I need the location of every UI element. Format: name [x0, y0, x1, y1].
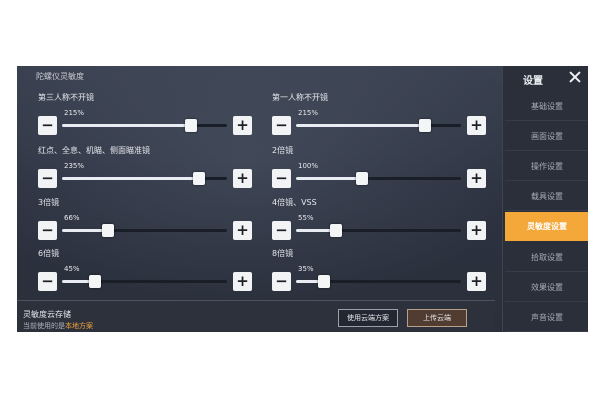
- sidebar-item-basic[interactable]: 基础设置: [505, 92, 588, 121]
- slider-track[interactable]: [296, 172, 461, 185]
- cloud-storage-status: 当前使用的是本地方案: [23, 321, 93, 331]
- slider-value: 215%: [298, 109, 319, 117]
- slider-track[interactable]: [62, 119, 227, 132]
- slider-6x-scope: 6倍镜 45% − +: [36, 248, 256, 298]
- increase-button[interactable]: +: [233, 272, 252, 291]
- sidebar-title: 设置: [523, 76, 543, 87]
- slider-label: 4倍镜、VSS: [272, 198, 317, 207]
- sidebar-item-audio[interactable]: 声音设置: [505, 303, 588, 332]
- slider-fill: [62, 177, 199, 180]
- slider-knob[interactable]: [184, 119, 197, 132]
- slider-fill: [296, 124, 425, 127]
- game-settings-screen: 陀螺仪灵敏度 第三人称不开镜 215% − + 第一人称不开镜 215% − +…: [17, 66, 588, 332]
- slider-knob[interactable]: [89, 275, 101, 288]
- slider-label: 第一人称不开镜: [272, 93, 328, 102]
- slider-value: 66%: [64, 214, 80, 222]
- increase-button[interactable]: +: [467, 272, 486, 291]
- increase-button[interactable]: +: [467, 116, 486, 135]
- slider-3x-scope: 3倍镜 66% − +: [36, 197, 256, 247]
- slider-label: 2倍镜: [272, 146, 294, 155]
- increase-button[interactable]: +: [467, 221, 486, 240]
- slider-track[interactable]: [62, 224, 227, 237]
- slider-value: 215%: [64, 109, 85, 117]
- slider-value: 35%: [298, 265, 314, 273]
- increase-button[interactable]: +: [233, 169, 252, 188]
- slider-label: 第三人称不开镜: [38, 93, 94, 102]
- decrease-button[interactable]: −: [272, 169, 291, 188]
- slider-third-person: 第三人称不开镜 215% − +: [36, 92, 256, 142]
- slider-knob[interactable]: [192, 172, 205, 185]
- slider-track[interactable]: [296, 224, 461, 237]
- sidebar-item-sensitivity[interactable]: 灵敏度设置: [505, 212, 588, 241]
- slider-fill: [296, 177, 362, 180]
- slider-track[interactable]: [296, 275, 461, 288]
- decrease-button[interactable]: −: [38, 272, 57, 291]
- slider-value: 100%: [298, 162, 319, 170]
- sidebar-item-effects[interactable]: 效果设置: [505, 273, 588, 302]
- close-icon[interactable]: [567, 69, 583, 85]
- slider-8x-scope: 8倍镜 35% − +: [270, 248, 490, 298]
- decrease-button[interactable]: −: [272, 272, 291, 291]
- decrease-button[interactable]: −: [272, 116, 291, 135]
- slider-knob[interactable]: [418, 119, 431, 132]
- slider-value: 235%: [64, 162, 85, 170]
- slider-knob[interactable]: [102, 224, 115, 237]
- gyroscope-sensitivity-heading: 陀螺仪灵敏度: [36, 72, 84, 81]
- decrease-button[interactable]: −: [38, 116, 57, 135]
- slider-label: 3倍镜: [38, 198, 60, 207]
- slider-track[interactable]: [62, 275, 227, 288]
- increase-button[interactable]: +: [467, 169, 486, 188]
- slider-track[interactable]: [296, 119, 461, 132]
- slider-label: 6倍镜: [38, 249, 60, 258]
- decrease-button[interactable]: −: [38, 221, 57, 240]
- slider-2x-scope: 2倍镜 100% − +: [270, 145, 490, 195]
- slider-4x-scope: 4倍镜、VSS 55% − +: [270, 197, 490, 247]
- increase-button[interactable]: +: [233, 116, 252, 135]
- sidebar-item-pickup[interactable]: 拾取设置: [505, 243, 588, 272]
- slider-knob[interactable]: [318, 275, 331, 288]
- decrease-button[interactable]: −: [38, 169, 57, 188]
- slider-first-person: 第一人称不开镜 215% − +: [270, 92, 490, 142]
- slider-fill: [62, 124, 191, 127]
- sidebar-item-vehicle[interactable]: 载具设置: [505, 182, 588, 211]
- slider-knob[interactable]: [356, 172, 368, 185]
- cloud-storage-bar: 灵敏度云存储 当前使用的是本地方案 使用云端方案 上传云端: [17, 300, 495, 332]
- slider-knob[interactable]: [329, 224, 342, 237]
- slider-red-dot: 红点、全息、机瞄、侧面瞄准镜 235% − +: [36, 145, 256, 195]
- decrease-button[interactable]: −: [272, 221, 291, 240]
- sidebar-item-controls[interactable]: 操作设置: [505, 152, 588, 181]
- slider-label: 8倍镜: [272, 249, 294, 258]
- increase-button[interactable]: +: [233, 221, 252, 240]
- sidebar-header: 设置: [503, 66, 588, 90]
- cloud-status-scheme: 本地方案: [65, 322, 93, 330]
- settings-sidebar: 设置 基础设置 画面设置 操作设置 载具设置 灵敏度设置 拾取设置 效果设置 声…: [502, 66, 588, 332]
- slider-track[interactable]: [62, 172, 227, 185]
- cloud-status-prefix: 当前使用的是: [23, 322, 65, 330]
- sidebar-item-graphics[interactable]: 画面设置: [505, 122, 588, 151]
- cloud-storage-title: 灵敏度云存储: [23, 310, 71, 319]
- slider-label: 红点、全息、机瞄、侧面瞄准镜: [38, 146, 150, 155]
- upload-to-cloud-button[interactable]: 上传云端: [407, 309, 467, 327]
- slider-value: 55%: [298, 214, 314, 222]
- slider-value: 45%: [64, 265, 80, 273]
- use-cloud-scheme-button[interactable]: 使用云端方案: [338, 309, 398, 327]
